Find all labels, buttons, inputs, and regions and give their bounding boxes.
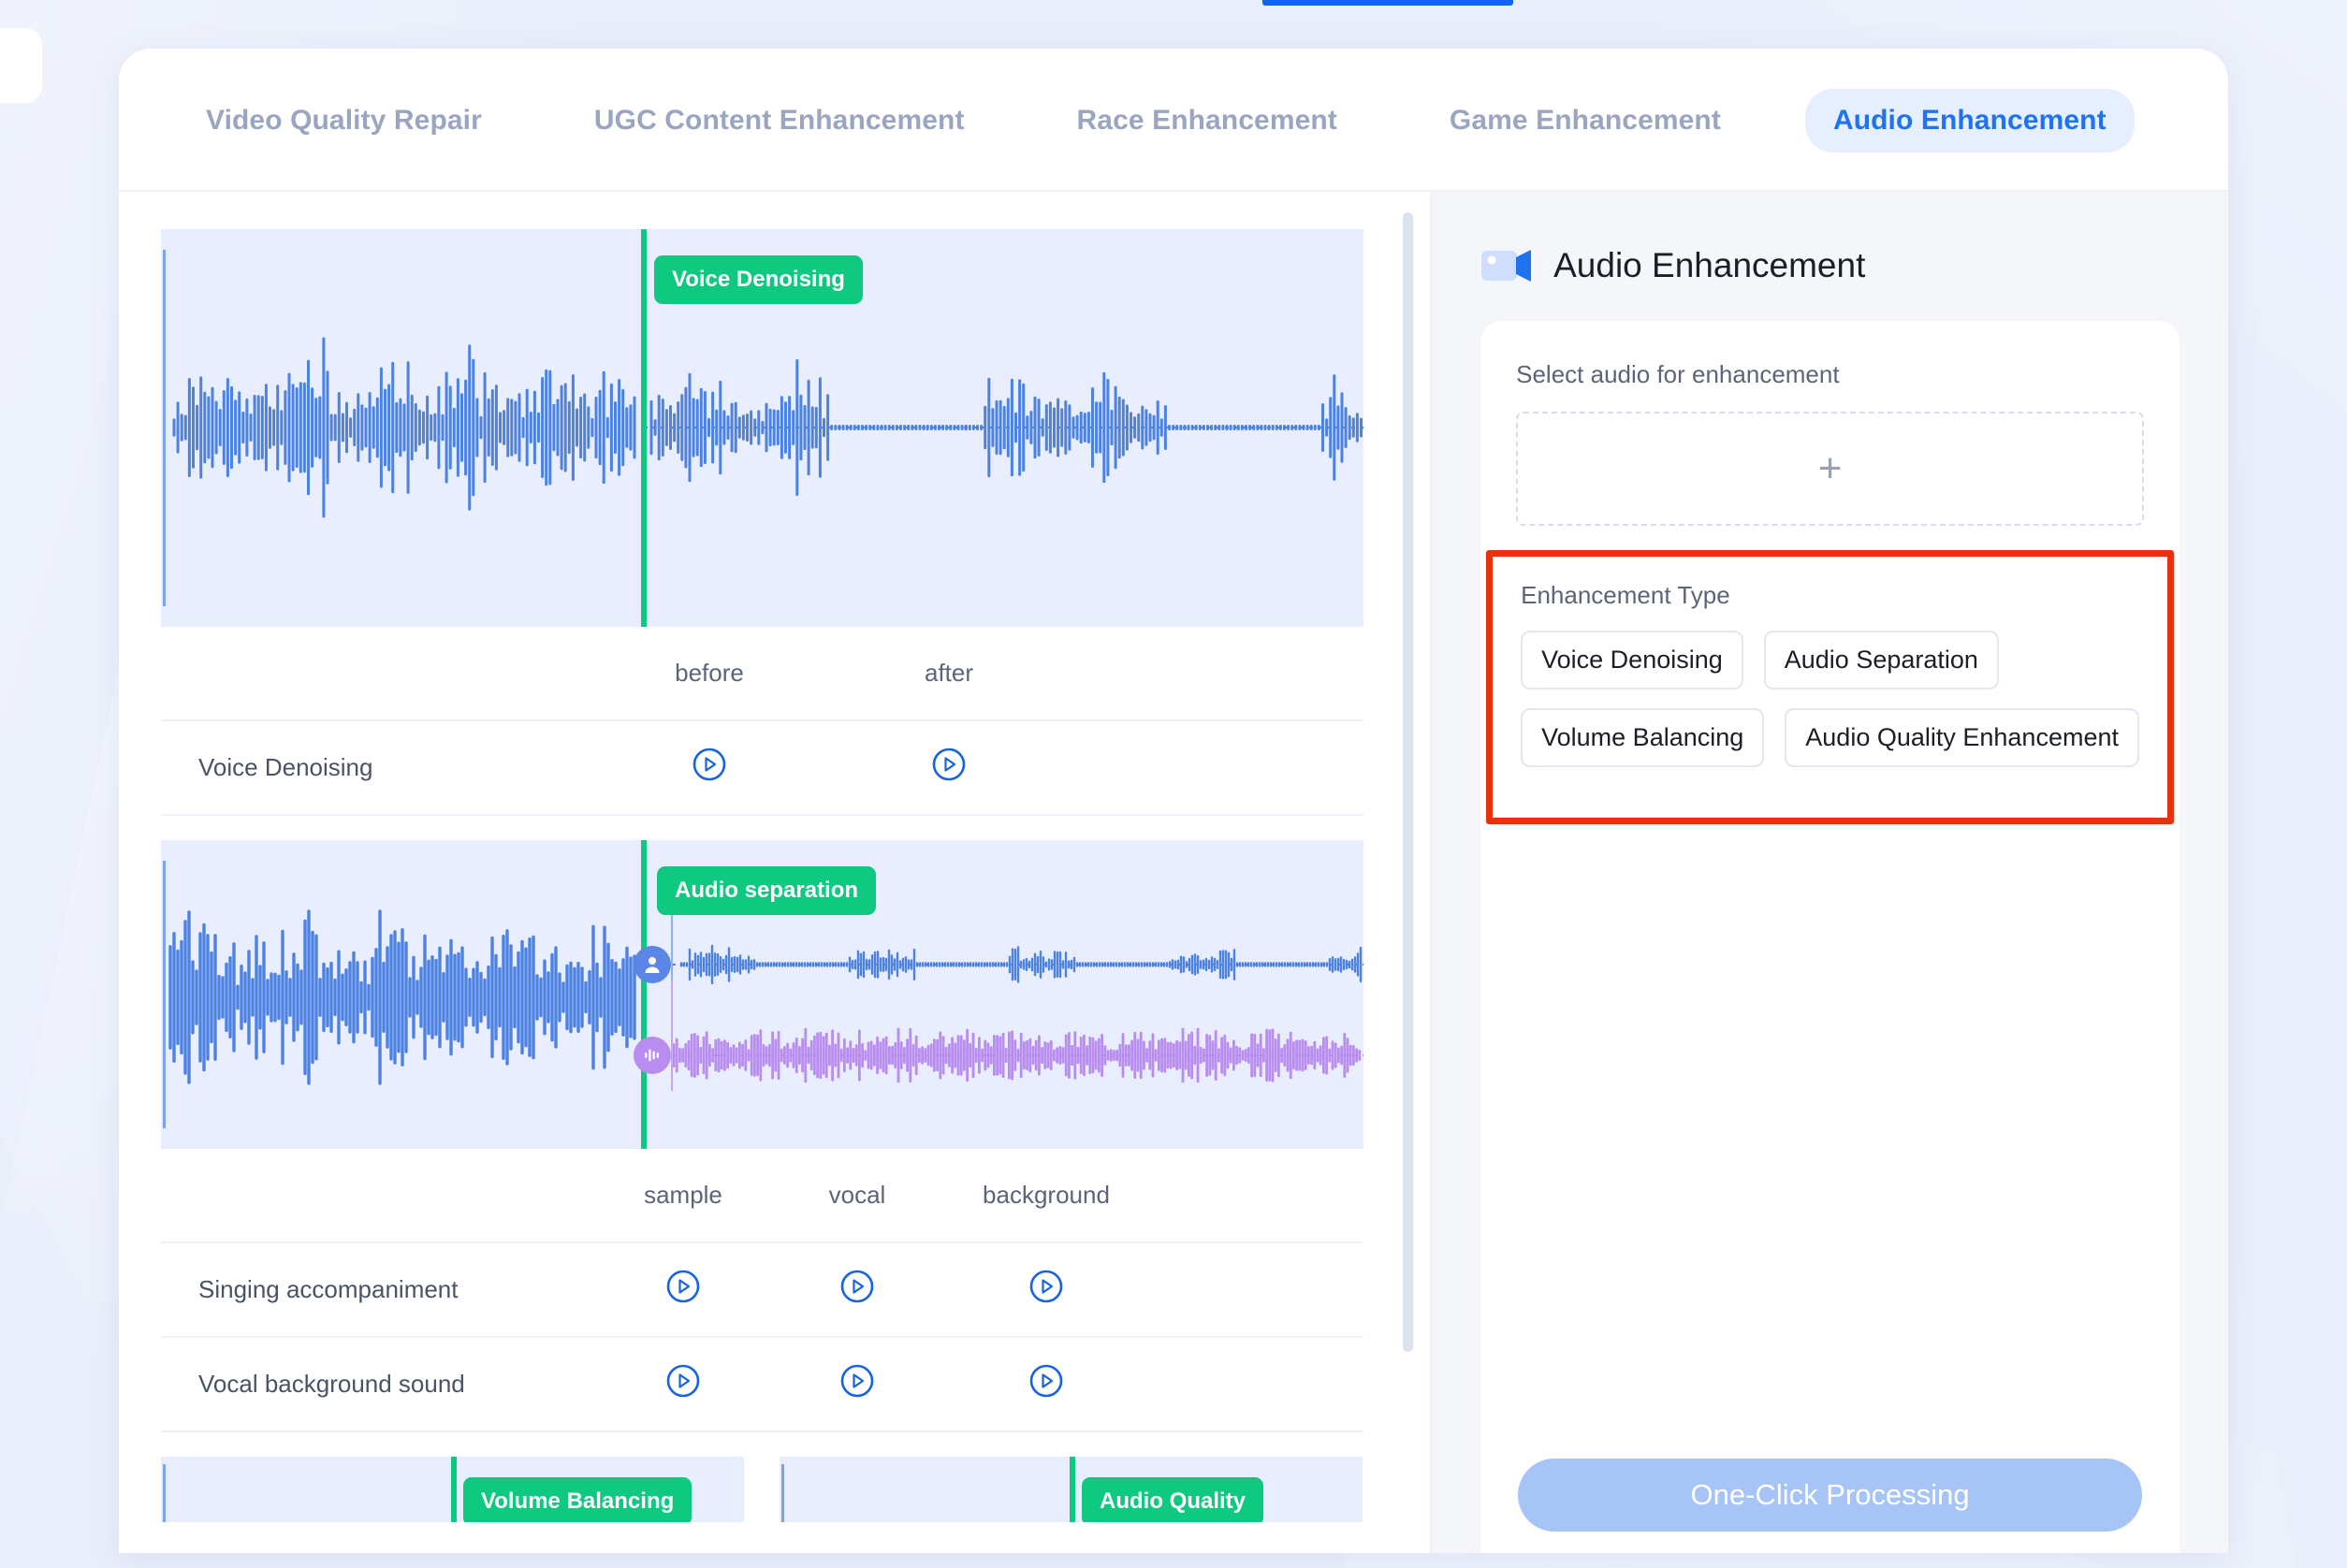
cell-spacer <box>1155 1337 1363 1432</box>
cell-play-background <box>938 1242 1155 1338</box>
chip-audio-separation[interactable]: Audio Separation <box>1763 631 1999 690</box>
column-header-before: before <box>590 627 829 721</box>
tab-audio-enhancement[interactable]: Audio Enhancement <box>1804 88 2135 152</box>
cell-play-sample <box>590 1337 777 1432</box>
left-edge-partial-card <box>0 28 42 103</box>
select-audio-label: Select audio for enhancement <box>1516 360 1840 388</box>
cell-play-after <box>829 720 1069 816</box>
cell-spacer <box>1155 1242 1363 1338</box>
enhancement-type-row-2: Volume Balancing Audio Quality Enhanceme… <box>1521 708 2139 767</box>
table-header-row: before after <box>161 627 1363 721</box>
tab-bar: Video Quality Repair UGC Content Enhance… <box>119 49 2228 192</box>
row-label-singing-accompaniment: Singing accompaniment <box>161 1242 590 1338</box>
audio-dropzone[interactable]: + <box>1516 412 2144 526</box>
one-click-processing-button[interactable]: One-Click Processing <box>1518 1459 2142 1532</box>
play-icon[interactable] <box>1028 1363 1064 1399</box>
tab-ugc-content-enhancement[interactable]: UGC Content Enhancement <box>566 89 993 152</box>
scrollbar-thumb[interactable] <box>1403 212 1414 1352</box>
top-accent-bar <box>1262 0 1513 6</box>
cell-play-background <box>938 1337 1155 1432</box>
cell-spacer <box>1069 720 1363 816</box>
waveform-panel-volume-balancing: Volume Balancing <box>161 1457 744 1522</box>
column-header-vocal: vocal <box>777 1149 938 1243</box>
column-header-background: background <box>938 1149 1155 1243</box>
play-icon[interactable] <box>665 1363 701 1399</box>
table-row: Singing accompaniment <box>161 1242 1363 1338</box>
waveform-start-marker <box>781 1464 784 1522</box>
cell-play-vocal <box>777 1337 938 1432</box>
enhancement-type-label: Enhancement Type <box>1521 581 1730 609</box>
waveform-panel-audio-quality: Audio Quality <box>780 1457 1363 1522</box>
play-icon[interactable] <box>692 747 727 782</box>
chip-audio-quality-enhancement[interactable]: Audio Quality Enhancement <box>1785 708 2139 767</box>
play-icon[interactable] <box>1028 1269 1064 1304</box>
content-area: Voice Denoising before after Voice Denoi… <box>119 192 2228 1553</box>
demo-list-pane: Voice Denoising before after Voice Denoi… <box>119 192 1431 1553</box>
split-divider <box>641 840 647 1149</box>
app-card: Video Quality Repair UGC Content Enhance… <box>119 49 2228 1553</box>
table-row: Vocal background sound <box>161 1337 1363 1432</box>
column-header-sample: sample <box>590 1149 777 1243</box>
panel-header: Audio Enhancement <box>1480 246 2179 285</box>
badge-volume-balancing: Volume Balancing <box>463 1477 692 1522</box>
panel-title: Audio Enhancement <box>1553 246 1866 284</box>
cell-play-vocal <box>777 1242 938 1338</box>
table-header-row: sample vocal background <box>161 1149 1363 1243</box>
chip-volume-balancing[interactable]: Volume Balancing <box>1521 708 1765 767</box>
column-header-spacer <box>1155 1149 1363 1243</box>
column-header-spacer <box>1069 627 1363 721</box>
settings-pane: Audio Enhancement Select audio for enhan… <box>1432 192 2228 1553</box>
play-icon[interactable] <box>839 1269 875 1304</box>
table-row: Voice Denoising <box>161 720 1363 816</box>
waveform-panel-voice-denoising: Voice Denoising <box>161 229 1363 627</box>
enhancement-type-row-1: Voice Denoising Audio Separation <box>1521 631 2139 690</box>
table-voice-denoising: before after Voice Denoising <box>161 627 1363 816</box>
row-label-vocal-background-sound: Vocal background sound <box>161 1337 590 1432</box>
split-divider <box>451 1457 457 1522</box>
column-header-blank <box>161 1149 590 1243</box>
tab-game-enhancement[interactable]: Game Enhancement <box>1421 89 1749 152</box>
demo-audio-separation: Audio separation sample vocal background… <box>161 840 1430 1432</box>
cell-play-sample <box>590 1242 777 1338</box>
demo-voice-denoising: Voice Denoising before after Voice Denoi… <box>161 229 1430 816</box>
tab-video-quality-repair[interactable]: Video Quality Repair <box>178 89 510 152</box>
column-header-blank <box>161 627 590 721</box>
badge-voice-denoising: Voice Denoising <box>654 255 863 304</box>
play-icon[interactable] <box>839 1363 875 1399</box>
enhancement-type-section-highlight: Enhancement Type Voice Denoising Audio S… <box>1486 550 2174 824</box>
badge-audio-quality: Audio Quality <box>1082 1477 1263 1522</box>
column-header-after: after <box>829 627 1069 721</box>
cell-play-before <box>590 720 829 816</box>
plus-icon: + <box>1817 445 1843 491</box>
background-track-icon <box>634 1037 671 1074</box>
play-icon[interactable] <box>665 1269 701 1304</box>
demo-scroll-container[interactable]: Voice Denoising before after Voice Denoi… <box>119 192 1430 1522</box>
tab-race-enhancement[interactable]: Race Enhancement <box>1049 89 1365 152</box>
badge-audio-separation: Audio separation <box>657 866 877 915</box>
vocal-track-icon <box>634 946 671 983</box>
table-audio-separation: sample vocal background Singing accompan… <box>161 1149 1363 1432</box>
demo-previews-clipped: Volume Balancing Audio Quality <box>161 1457 1430 1522</box>
settings-card: Select audio for enhancement + Enhanceme… <box>1480 321 2179 1553</box>
split-divider <box>641 229 647 627</box>
video-camera-icon <box>1480 247 1535 284</box>
play-icon[interactable] <box>931 747 967 782</box>
waveform-start-marker <box>163 1464 166 1522</box>
chip-voice-denoising[interactable]: Voice Denoising <box>1521 631 1743 690</box>
row-label-voice-denoising: Voice Denoising <box>161 720 590 816</box>
waveform-panel-audio-separation: Audio separation <box>161 840 1363 1149</box>
split-divider <box>1070 1457 1075 1522</box>
